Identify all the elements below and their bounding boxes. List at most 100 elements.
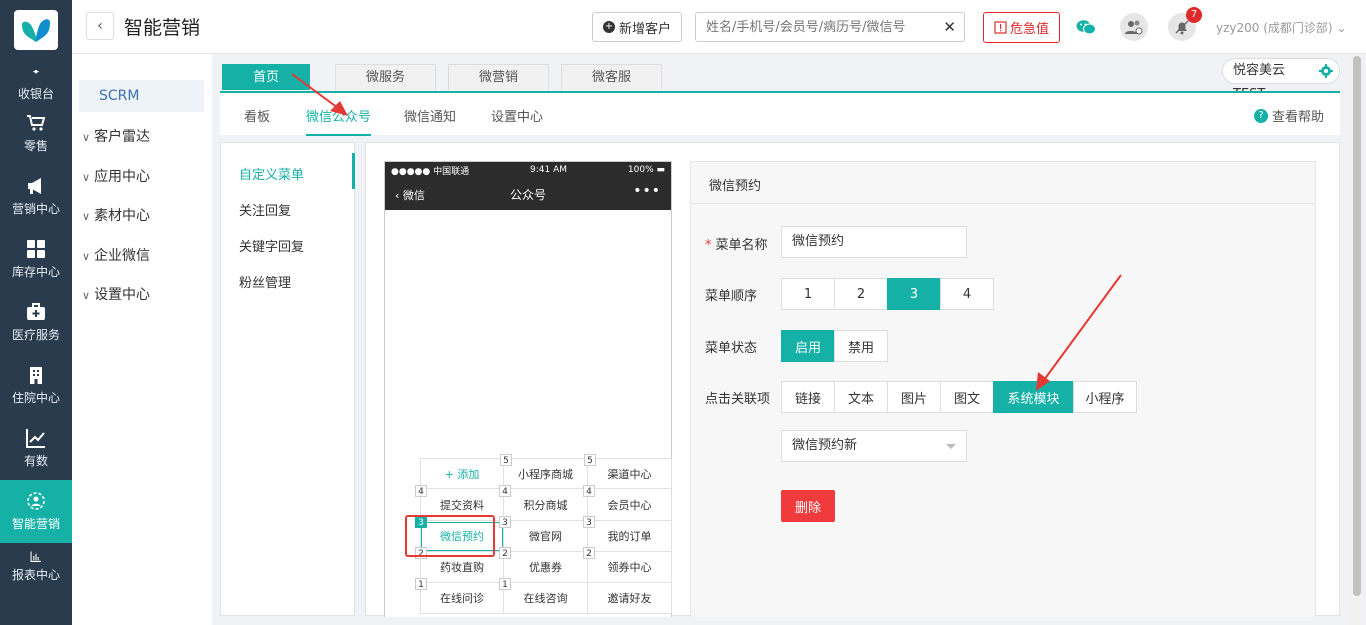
page-scrollbar[interactable] <box>1350 54 1364 625</box>
gear-icon <box>1319 64 1333 78</box>
menu-cell-add[interactable]: + 添加 <box>420 458 504 489</box>
menu-cell[interactable]: 小程序商城 <box>504 458 588 489</box>
phone-time: 9:41 AM <box>530 165 568 175</box>
link-type-image[interactable]: 图片 <box>887 381 941 413</box>
order-tag: 1 <box>499 578 511 590</box>
link-type-mini-program[interactable]: 小程序 <box>1073 381 1137 413</box>
tab-micro-customer-service[interactable]: 微客服 <box>561 64 663 90</box>
rail-item-medical[interactable]: 医疗服务 <box>0 291 72 354</box>
clear-icon[interactable]: ✕ <box>943 18 956 36</box>
tab-home[interactable]: 首页 <box>222 64 311 90</box>
bar-chart-icon <box>30 551 41 562</box>
sub-nav: 看板 微信公众号 微信通知 设置中心 ? 查看帮助 <box>220 91 1340 136</box>
side-item-fans[interactable]: 粉丝管理 <box>239 272 291 291</box>
link-type-system-module[interactable]: 系统模块 <box>993 381 1074 413</box>
order-tag: 5 <box>500 454 512 466</box>
link-type-link[interactable]: 链接 <box>781 381 835 413</box>
menu-status-label: 菜单状态 <box>705 341 758 356</box>
menu-cell[interactable]: 我的订单 <box>588 521 672 552</box>
rail-item-inpatient[interactable]: 住院中心 <box>0 354 72 417</box>
menu-cell[interactable]: 在线咨询 <box>504 583 588 614</box>
menu-name-label: * 菜单名称 <box>705 238 768 253</box>
customer-search: ✕ <box>695 12 965 42</box>
side-item-follow-reply[interactable]: 关注回复 <box>239 200 291 219</box>
corp-switcher[interactable]: 悦容美云TEST <box>1222 58 1340 102</box>
menu-cell[interactable]: 优惠券 <box>504 552 588 583</box>
menu-cell[interactable]: 渠道中心 <box>588 458 672 489</box>
subnav-settings[interactable]: 设置中心 <box>491 106 543 125</box>
scrollbar-thumb[interactable] <box>1353 56 1361 596</box>
notification-button[interactable]: 7 <box>1168 7 1202 41</box>
menu-cell[interactable]: 领券中心 <box>588 552 672 583</box>
menu-name-input[interactable]: 微信预约 <box>781 226 967 258</box>
order-option[interactable]: 2 <box>834 278 888 310</box>
subnav-dashboard[interactable]: 看板 <box>244 106 270 125</box>
menu-edit-form: 微信预约 * 菜单名称 微信预约 菜单顺序 1 2 3 4 菜单状态 启用 禁用 … <box>690 161 1316 617</box>
order-option[interactable]: 1 <box>781 278 835 310</box>
phone-title: 公众号 <box>509 188 546 202</box>
rail-label: 住院中心 <box>11 391 60 405</box>
top-tabs: 首页 微服务 微营销 微客服 悦容美云TEST <box>220 58 1340 102</box>
rail-item-reports[interactable]: 报表中心 <box>0 543 72 583</box>
status-disable[interactable]: 禁用 <box>834 330 888 362</box>
side-item-keyword-reply[interactable]: 关键字回复 <box>239 236 304 255</box>
add-customer-button[interactable]: + 新增客户 <box>592 12 682 42</box>
butterfly-logo-icon <box>22 19 50 42</box>
subnav-wechat-notify[interactable]: 微信通知 <box>404 106 456 125</box>
status-enable[interactable]: 启用 <box>781 330 835 362</box>
chevron-down-icon: ⌄ <box>1336 21 1347 35</box>
user-menu[interactable]: yzy200 (成都门诊部) ⌄ <box>1216 19 1346 36</box>
tab-micro-marketing[interactable]: 微营销 <box>448 64 550 90</box>
order-tag: 5 <box>584 454 596 466</box>
order-tag: 4 <box>499 485 511 497</box>
rail-item-inventory[interactable]: 库存中心 <box>0 228 72 291</box>
menu-cell[interactable]: 邀请好友 <box>588 583 672 614</box>
rail-item-retail[interactable]: 零售 <box>0 102 72 165</box>
help-link[interactable]: ? 查看帮助 <box>1253 106 1324 125</box>
scrm-item-label: 素材中心 <box>94 208 151 224</box>
rail-label: 零售 <box>23 139 48 153</box>
order-tag: 4 <box>415 485 427 497</box>
add-customer-label: 新增客户 <box>618 21 671 37</box>
side-menu: 自定义菜单 关注回复 关键字回复 粉丝管理 <box>220 142 355 616</box>
menu-cell[interactable]: 积分商城 <box>504 490 588 521</box>
app-logo[interactable] <box>14 10 58 50</box>
rail-label: 收银台 <box>17 87 54 101</box>
delete-button[interactable]: 删除 <box>781 490 835 522</box>
chevron-left-icon: ‹ <box>97 18 103 34</box>
tab-micro-service[interactable]: 微服务 <box>335 64 437 90</box>
order-option-selected[interactable]: 3 <box>887 278 941 310</box>
smart-marketing-icon <box>27 492 45 510</box>
rail-item-marketing-center[interactable]: 营销中心 <box>0 165 72 228</box>
user-name: yzy200 (成都门诊部) <box>1216 21 1333 35</box>
back-button[interactable]: ‹ <box>86 12 114 40</box>
system-module-select[interactable]: 微信预约新 <box>781 430 967 462</box>
order-option[interactable]: 4 <box>940 278 994 310</box>
rail-label: 库存中心 <box>11 265 60 279</box>
rail-item-data[interactable]: 有数 <box>0 417 72 480</box>
annotation-highlight-box <box>405 515 495 557</box>
medkit-icon <box>27 303 45 320</box>
menu-status-group: 启用 禁用 <box>781 330 888 362</box>
link-type-article[interactable]: 图文 <box>940 381 994 413</box>
user-group-button[interactable] <box>1120 13 1148 41</box>
link-type-text[interactable]: 文本 <box>834 381 888 413</box>
scrm-title[interactable]: SCRM <box>79 80 204 112</box>
order-tag: 2 <box>499 547 511 559</box>
scrm-item-customer-radar[interactable]: ∨ 客户雷达 <box>82 126 150 146</box>
search-input[interactable] <box>696 13 931 41</box>
rail-item-smart-marketing[interactable]: 智能营销 <box>0 480 72 543</box>
phone-status-bar: ●●●●● 中国联通 9:41 AM 100% ▬ <box>385 162 671 178</box>
side-item-custom-menu[interactable]: 自定义菜单 <box>239 164 304 183</box>
critical-value-button[interactable]: 危急值 <box>983 12 1060 43</box>
subnav-wechat-official[interactable]: 微信公众号 <box>306 106 372 136</box>
scrm-item-enterprise-wechat[interactable]: ∨ 企业微信 <box>82 245 150 265</box>
menu-cell[interactable]: 微官网 <box>504 521 588 552</box>
scrm-item-settings-center[interactable]: ∨ 设置中心 <box>82 284 150 304</box>
menu-cell[interactable]: 在线问诊 <box>420 583 504 614</box>
rail-item-cashier[interactable]: 收银台 <box>0 62 72 102</box>
wechat-button[interactable] <box>1072 13 1100 41</box>
menu-cell[interactable]: 会员中心 <box>588 490 672 521</box>
scrm-item-app-center[interactable]: ∨ 应用中心 <box>82 166 150 186</box>
scrm-item-material-center[interactable]: ∨ 素材中心 <box>82 205 150 225</box>
